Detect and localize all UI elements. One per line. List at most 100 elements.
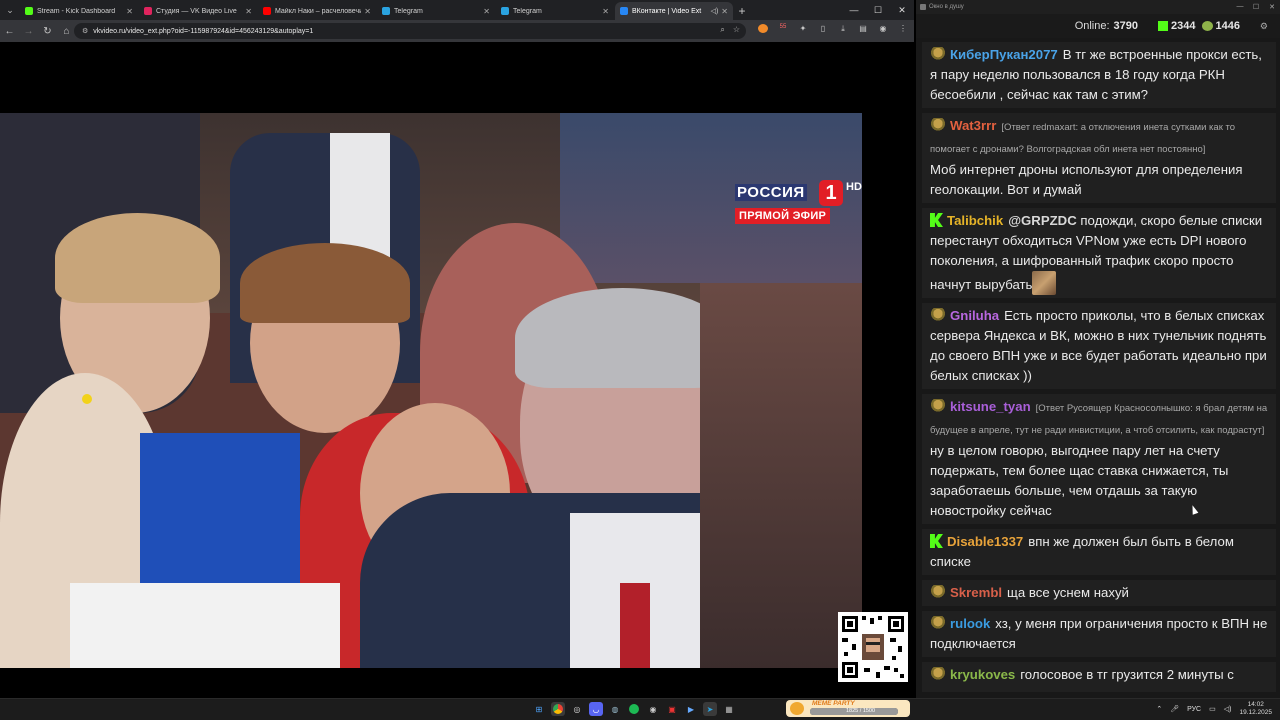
app-icon: [920, 4, 926, 10]
discord-icon[interactable]: ◡: [589, 702, 603, 716]
extension-badge[interactable]: 55: [778, 24, 788, 35]
chat-message-text: ну в целом говорю, выгоднее пару лет на …: [930, 443, 1229, 518]
browser-tab[interactable]: Stream - Kick Dashboard ✕: [20, 2, 138, 20]
tab-audio-icon[interactable]: ◁): [711, 7, 719, 15]
chat-close-button[interactable]: ✕: [1264, 3, 1280, 11]
browser-tab[interactable]: Майкл Наки – расчеловечивание✕: [258, 2, 376, 20]
network-icon[interactable]: ▭: [1209, 705, 1216, 713]
tab-close-icon[interactable]: ✕: [126, 7, 133, 16]
tab-favicon-icon: [25, 7, 33, 15]
chat-username[interactable]: Talibchik: [947, 213, 1003, 228]
microphone-icon[interactable]: 🎤︎: [1170, 705, 1179, 713]
chat-message: rulook хз, у меня при ограничения просто …: [922, 611, 1276, 657]
site-info-icon[interactable]: ⚙: [82, 27, 88, 35]
tab-close-icon[interactable]: ✕: [364, 7, 371, 16]
reload-button[interactable]: ↻: [38, 26, 57, 37]
settings-gear-icon[interactable]: ⚙: [1260, 21, 1268, 32]
forward-button[interactable]: →: [19, 26, 38, 37]
steam-icon[interactable]: ◍: [608, 702, 622, 716]
chrome-icon[interactable]: [551, 702, 565, 716]
tab-close-icon[interactable]: ✕: [721, 7, 728, 16]
tab-close-icon[interactable]: ✕: [602, 7, 609, 16]
channel-name: РОССИЯ: [735, 184, 807, 201]
tab-title: Telegram: [513, 7, 542, 15]
chat-message: Wat3rrr [Ответ redmaxart: а отключения ин…: [922, 113, 1276, 203]
kick-badge-icon: [930, 534, 943, 548]
chat-username[interactable]: rulook: [950, 616, 990, 631]
clock[interactable]: 14:02 19.12.2025: [1239, 701, 1272, 717]
browser-tab[interactable]: ВКонтакте | Video Ext ◁) ✕: [615, 2, 733, 20]
chat-minimize-button[interactable]: —: [1232, 3, 1248, 11]
tab-search-button[interactable]: ⌄: [0, 0, 20, 20]
video-player[interactable]: [0, 113, 862, 668]
chat-username[interactable]: Skrembl: [950, 585, 1002, 600]
browser-tab[interactable]: Telegram ✕: [377, 2, 495, 20]
chat-message-text: Моб интернет дроны используют для опреде…: [930, 162, 1243, 197]
new-tab-button[interactable]: +: [734, 2, 750, 20]
profile-icon[interactable]: ◉: [878, 24, 888, 35]
channel-number: 1: [819, 180, 843, 206]
tab-strip: ⌄ Stream - Kick Dashboard ✕ Студия — VK Ви…: [0, 0, 914, 20]
chat-username[interactable]: Disable1337: [947, 534, 1023, 549]
volume-icon[interactable]: ◁): [1224, 705, 1232, 713]
spotify-icon[interactable]: [627, 702, 641, 716]
online-count: 3790: [1113, 20, 1139, 32]
downloads-icon[interactable]: ⤓: [838, 24, 848, 35]
maximize-button[interactable]: ☐: [866, 0, 890, 20]
media-icon[interactable]: ▤: [858, 24, 868, 35]
app-icon-globe[interactable]: ◉: [646, 702, 660, 716]
chat-window: Окно в душу — ☐ ✕ Online: 3790 2344 1446…: [916, 0, 1280, 698]
extensions-puzzle-icon[interactable]: ✦: [798, 24, 808, 35]
chat-message: Talibchik @GRPZDC подожди, скоро белые сп…: [922, 208, 1276, 298]
chat-username[interactable]: КиберПукан2077: [950, 47, 1058, 62]
chat-maximize-button[interactable]: ☐: [1248, 3, 1264, 11]
bookmark-star-icon[interactable]: ☆: [733, 25, 740, 35]
browser-tab[interactable]: Студия — VK Видео Live ✕: [139, 2, 257, 20]
clock-date: 19.12.2025: [1239, 709, 1272, 716]
address-bar[interactable]: ⚙ vkvideo.ru/video_ext.php?oid=-11598792…: [74, 23, 746, 39]
browser-tab[interactable]: Telegram ✕: [496, 2, 614, 20]
chat-username[interactable]: kryukoves: [950, 667, 1015, 682]
hd-label: HD: [846, 181, 862, 193]
chat-username[interactable]: kitsune_tyan: [950, 399, 1031, 414]
tab-close-icon[interactable]: ✕: [483, 7, 490, 16]
vk-viewers-icon: [1201, 21, 1213, 31]
chat-message: Skrembl ща все уснем нахуй: [922, 580, 1276, 606]
chat-mention[interactable]: @GRPZDC: [1008, 213, 1077, 228]
tab-title: ВКонтакте | Video Ext: [632, 7, 702, 15]
close-window-button[interactable]: ✕: [890, 0, 914, 20]
tab-favicon-icon: [263, 7, 271, 15]
tray-chevron-icon[interactable]: ⌃: [1156, 705, 1162, 713]
taskbar: ⊞ ◎ ◡ ◍ ◉ ▣ ▶ ➤ ▦ MEME PARTY 1825 / 1500…: [0, 698, 1280, 720]
menu-dots-icon[interactable]: ⋮: [898, 24, 908, 35]
back-button[interactable]: ←: [0, 26, 19, 37]
obs-icon[interactable]: ◎: [570, 702, 584, 716]
media-player-icon[interactable]: ▶: [684, 702, 698, 716]
chat-username[interactable]: Wat3rrr: [950, 118, 996, 133]
highlight-dot: [82, 394, 92, 404]
chat-titlebar: Окно в душу — ☐ ✕: [916, 0, 1280, 14]
widget-progress-text: 1825 / 1500: [846, 708, 876, 714]
viewer-stats: Online: 3790 2344 1446: [916, 14, 1280, 38]
pepe-badge-icon: [930, 585, 946, 599]
zoom-icon[interactable]: ⌕: [720, 25, 724, 35]
tab-close-icon[interactable]: ✕: [245, 7, 252, 16]
minimize-button[interactable]: —: [842, 0, 866, 20]
channel-logo: РОССИЯ 1 HD ПРЯМОЙ ЭФИР: [735, 180, 862, 228]
meme-party-widget[interactable]: MEME PARTY 1825 / 1500: [786, 700, 910, 717]
tab-title: Telegram: [394, 7, 423, 15]
vk-viewer-count: 1446: [1215, 20, 1240, 32]
chat-username[interactable]: Gniluha: [950, 308, 999, 323]
browser-window: ⌄ Stream - Kick Dashboard ✕ Студия — VK Ви…: [0, 0, 914, 698]
extension-icon[interactable]: [758, 24, 768, 35]
telegram-icon[interactable]: ➤: [703, 702, 717, 716]
kick-icon: [1158, 21, 1169, 31]
chat-messages: КиберПукан2077 В тг же встроенные прокси …: [916, 42, 1280, 692]
start-button-icon[interactable]: ⊞: [532, 702, 546, 716]
chat-window-title: Окно в душу: [929, 4, 964, 10]
language-indicator[interactable]: РУС: [1187, 706, 1201, 713]
sidebar-icon[interactable]: ▯: [818, 24, 828, 35]
pepe-badge-icon: [930, 308, 946, 322]
chat-app-icon[interactable]: ▦: [722, 702, 736, 716]
app-icon-gpu[interactable]: ▣: [665, 702, 679, 716]
